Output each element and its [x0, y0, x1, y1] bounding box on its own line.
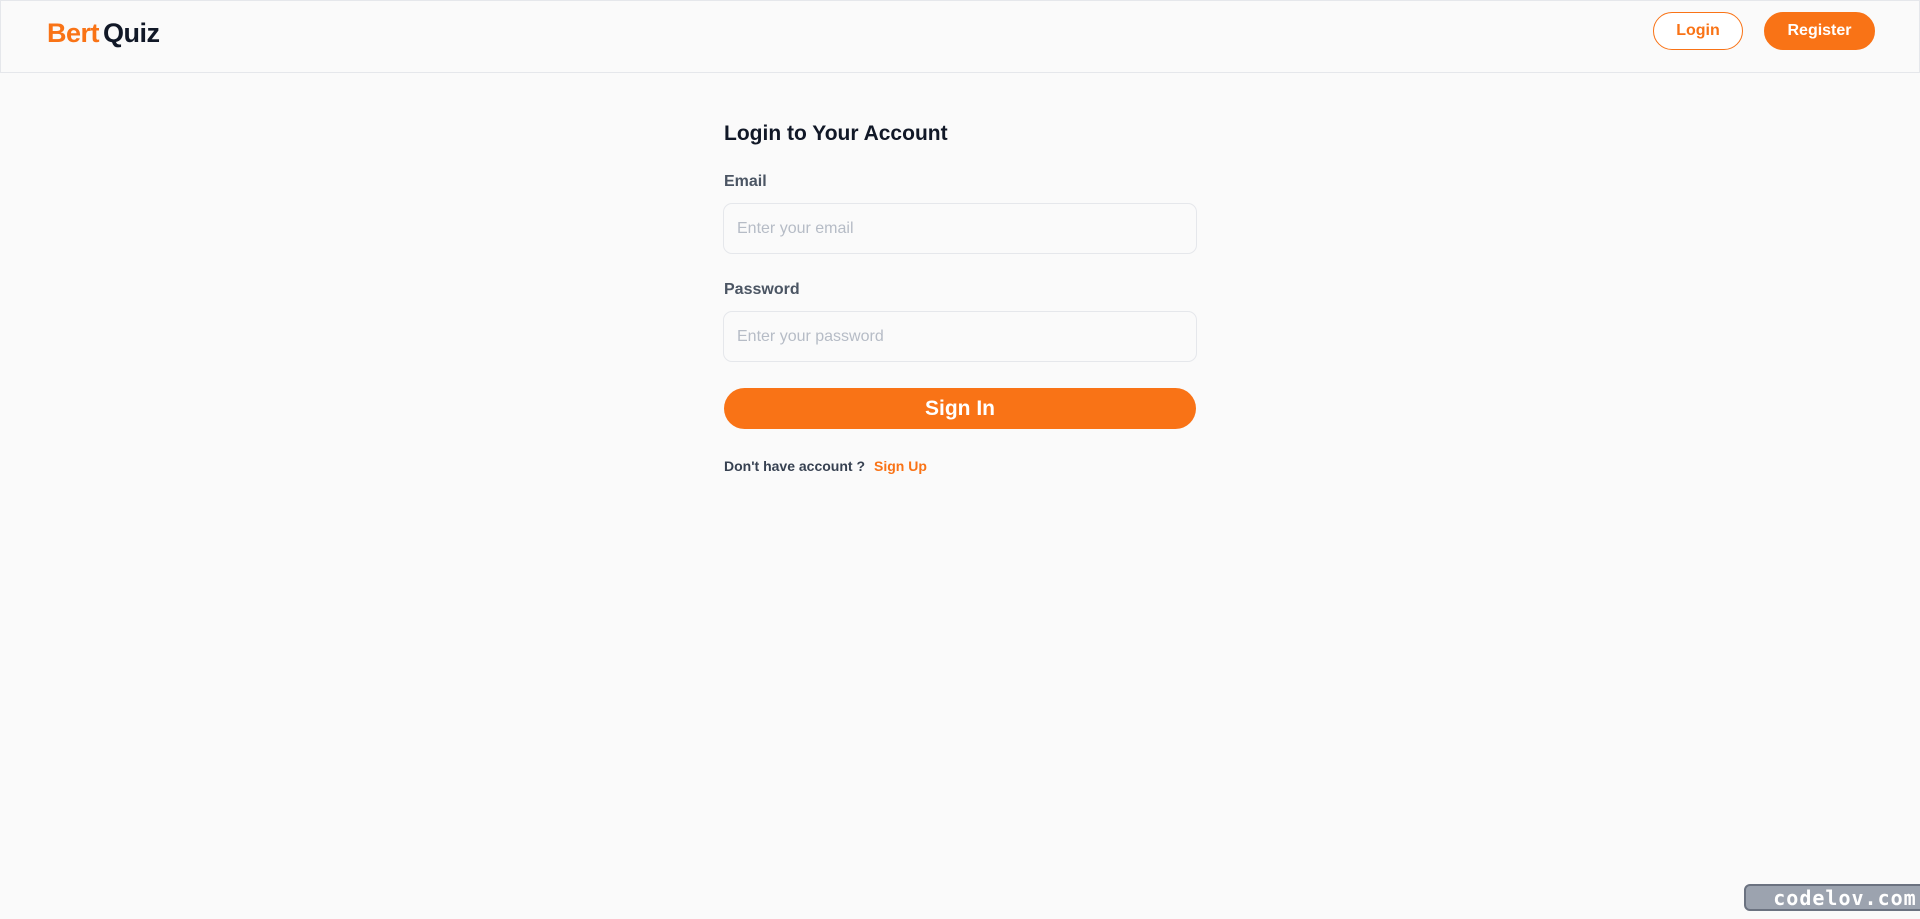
login-button[interactable]: Login [1653, 12, 1743, 50]
logo-rest-text: Quiz [103, 18, 160, 48]
email-label: Email [724, 173, 767, 190]
site-logo[interactable]: Bert Quiz [47, 16, 160, 50]
top-navbar: Bert Quiz Login Register [0, 0, 1920, 73]
watermark-badge: codelov.com [1744, 884, 1920, 911]
signup-row: Don't have account ? Sign Up [724, 457, 927, 475]
sign-up-link[interactable]: Sign Up [874, 457, 927, 475]
logo-brand-text: Bert [47, 18, 100, 48]
signup-prompt: Don't have account ? [724, 458, 866, 474]
password-input[interactable] [723, 311, 1197, 362]
email-input[interactable] [723, 203, 1197, 254]
page: Bert Quiz Login Register Login to Your Ac… [0, 0, 1920, 919]
sign-in-button[interactable]: Sign In [724, 388, 1196, 429]
register-button[interactable]: Register [1764, 12, 1875, 50]
password-label: Password [724, 281, 800, 298]
form-title: Login to Your Account [724, 122, 948, 145]
